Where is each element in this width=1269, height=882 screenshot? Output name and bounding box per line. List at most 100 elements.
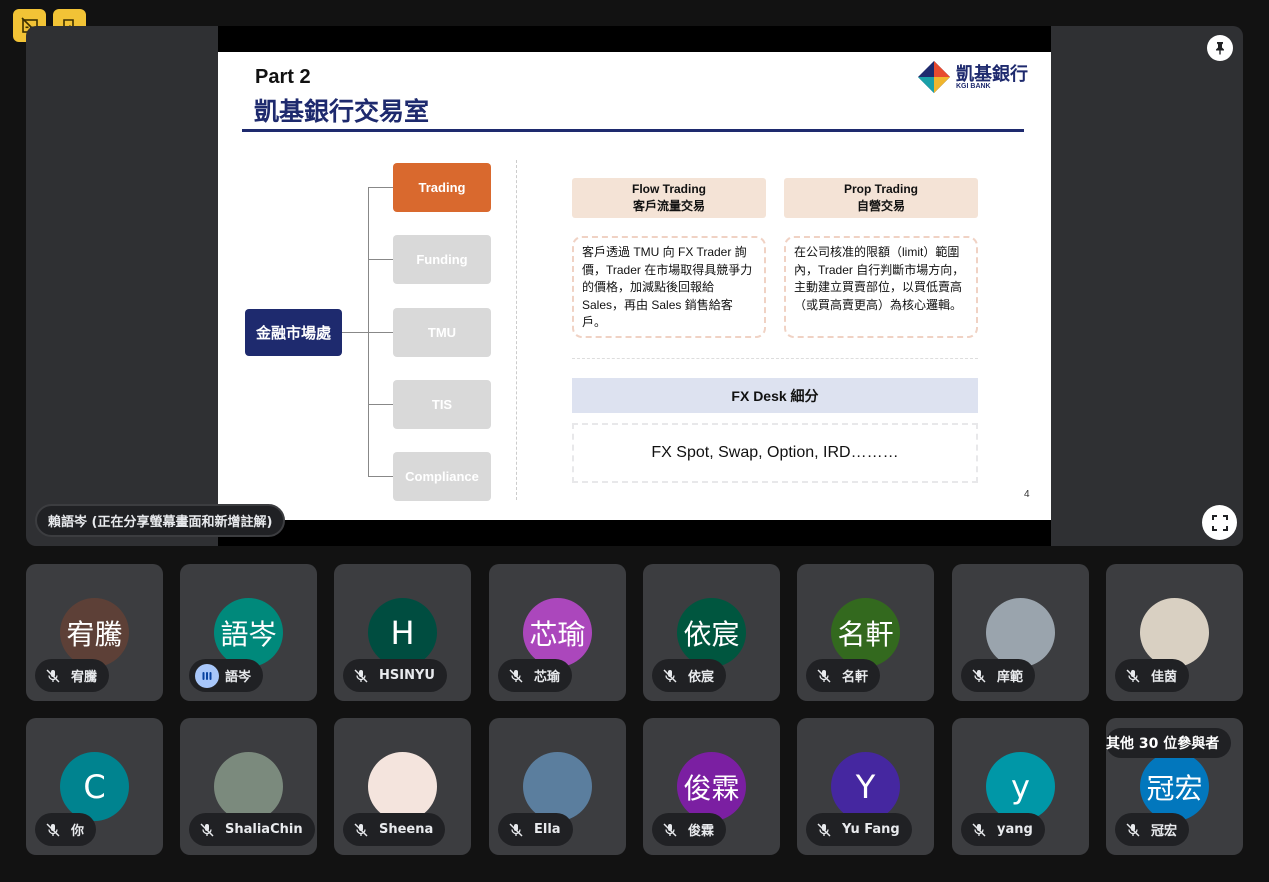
participant-tile[interactable]: 名軒 名軒 <box>797 564 934 701</box>
mic-off-icon <box>41 818 65 842</box>
participant-name: 名軒 <box>842 670 869 685</box>
participant-name-pill: 俊霖 <box>652 813 727 846</box>
slide-part: Part 2 <box>255 66 311 88</box>
kgi-logo-icon <box>918 61 950 93</box>
participant-name-pill: 芯瑜 <box>498 659 573 692</box>
participant-tile[interactable]: 語岑 語岑 <box>180 564 317 701</box>
participant-name: 庠範 <box>997 670 1024 685</box>
tree-branch-line <box>368 404 393 405</box>
participant-name: 語岑 <box>225 670 252 685</box>
avatar: 俊霖 <box>677 752 746 821</box>
branch-tmu: TMU <box>393 308 491 357</box>
prop-trading-header: Prop Trading 自營交易 <box>784 178 978 218</box>
participant-name: 你 <box>71 824 85 839</box>
participant-name: 佳茵 <box>1151 670 1178 685</box>
flow-trading-header: Flow Trading 客戶流量交易 <box>572 178 766 218</box>
participant-name-pill: HSINYU <box>343 659 447 692</box>
participant-tile[interactable]: 俊霖 俊霖 <box>643 718 780 855</box>
participant-name: 冠宏 <box>1151 824 1178 839</box>
participant-name-pill: 庠範 <box>961 659 1036 692</box>
avatar <box>214 752 283 821</box>
participant-name: 宥騰 <box>71 670 98 685</box>
mic-off-icon <box>812 818 836 842</box>
flow-trading-title: Flow Trading <box>632 182 706 196</box>
participant-name-pill: 依宸 <box>652 659 727 692</box>
avatar <box>1140 598 1209 667</box>
logo-subtext: KGI BANK <box>956 82 991 90</box>
prop-trading-title: Prop Trading <box>843 182 918 196</box>
participant-tile[interactable]: Y Yu Fang <box>797 718 934 855</box>
participant-name-pill: 佳茵 <box>1115 659 1190 692</box>
avatar: 芯瑜 <box>523 598 592 667</box>
mic-off-icon <box>1121 818 1145 842</box>
bank-logo: 凱基銀行 KGI BANK <box>918 61 1028 93</box>
participant-name-pill: 宥騰 <box>35 659 110 692</box>
mic-off-icon <box>504 818 528 842</box>
participant-name-pill: 語岑 <box>189 659 264 692</box>
avatar: C <box>60 752 129 821</box>
avatar <box>368 752 437 821</box>
pin-button[interactable] <box>1207 35 1233 61</box>
participant-tile[interactable]: ShaliaChin <box>180 718 317 855</box>
participant-tile[interactable]: 芯瑜 芯瑜 <box>489 564 626 701</box>
slide-title: 凱基銀行交易室 <box>254 98 430 126</box>
tree-branch-line <box>368 187 393 188</box>
participant-name-pill: 你 <box>35 813 97 846</box>
avatar: y <box>986 752 1055 821</box>
branch-compliance: Compliance <box>393 452 491 501</box>
avatar: 名軒 <box>831 598 900 667</box>
branch-funding: Funding <box>393 235 491 284</box>
divider <box>516 160 517 500</box>
logo-text: 凱基銀行 <box>956 63 1028 84</box>
avatar: 宥騰 <box>60 598 129 667</box>
participant-tile[interactable]: C你 <box>26 718 163 855</box>
participant-name-pill: Yu Fang <box>806 813 912 846</box>
others-label[interactable]: 其他 30 位參與者 <box>1106 728 1232 758</box>
participant-name: Yu Fang <box>842 822 900 837</box>
presenter-label: 賴語岑 (正在分享螢幕畫面和新增註解) <box>35 504 286 537</box>
participant-tile[interactable]: Ella <box>489 718 626 855</box>
flow-trading-desc: 客戶透過 TMU 向 FX Trader 詢價，Trader 在市場取得具競爭力… <box>572 236 766 338</box>
participant-name: Ella <box>534 822 561 837</box>
fx-desk-header: FX Desk 細分 <box>572 378 978 413</box>
participant-name-pill: 名軒 <box>806 659 881 692</box>
participant-name-pill: yang <box>961 813 1045 846</box>
mic-off-icon <box>967 818 991 842</box>
participant-name: 依宸 <box>688 670 715 685</box>
pin-icon <box>1216 42 1224 55</box>
others-overlay[interactable]: 其他 30 位參與者 <box>1106 718 1243 768</box>
participant-name-pill: 冠宏 <box>1115 813 1190 846</box>
participant-tile[interactable]: H HSINYU <box>334 564 471 701</box>
fullscreen-button[interactable] <box>1202 505 1237 540</box>
participant-tile[interactable]: 佳茵 <box>1106 564 1243 701</box>
avatar: 語岑 <box>214 598 283 667</box>
mic-off-icon <box>504 664 528 688</box>
mic-off-icon <box>349 664 373 688</box>
mic-off-icon <box>349 818 373 842</box>
slide: Part 2 凱基銀行交易室 凱基銀行 KGI BANK 金融市場處 Tradi… <box>218 52 1051 520</box>
speaking-indicator-icon <box>195 663 219 688</box>
participant-name-pill: Ella <box>498 813 573 846</box>
prop-trading-desc: 在公司核准的限額（limit）範圍內，Trader 自行判斷市場方向，主動建立買… <box>784 236 978 338</box>
participant-tile[interactable]: 宥騰 宥騰 <box>26 564 163 701</box>
shared-screen: Part 2 凱基銀行交易室 凱基銀行 KGI BANK 金融市場處 Tradi… <box>218 26 1051 546</box>
mic-off-icon <box>967 664 991 688</box>
participant-tile[interactable]: 庠範 <box>952 564 1089 701</box>
participant-tile[interactable]: Sheena <box>334 718 471 855</box>
branch-trading: Trading <box>393 163 491 212</box>
participant-tile[interactable]: y yang <box>952 718 1089 855</box>
participant-name: yang <box>997 822 1033 837</box>
slide-page-number: 4 <box>1024 489 1030 500</box>
avatar <box>523 752 592 821</box>
slide-title-rule <box>242 129 1024 132</box>
divider <box>572 358 978 359</box>
participant-name: 俊霖 <box>688 824 715 839</box>
participant-tile[interactable]: 依宸 依宸 <box>643 564 780 701</box>
flow-trading-subtitle: 客戶流量交易 <box>632 199 705 213</box>
participant-name: Sheena <box>379 822 434 837</box>
tree-branch-line <box>368 259 393 260</box>
mic-off-icon <box>41 664 65 688</box>
avatar: 依宸 <box>677 598 746 667</box>
tree-branch-line <box>368 476 393 477</box>
mic-off-icon <box>658 664 682 688</box>
